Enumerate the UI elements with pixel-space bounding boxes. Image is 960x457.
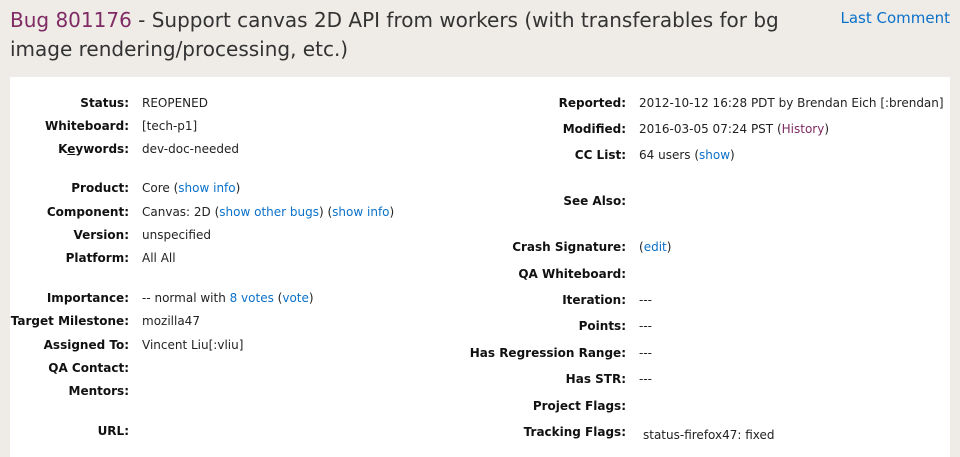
mentors-label: Mentors: (68, 384, 129, 398)
iteration-label: Iteration: (562, 293, 626, 307)
version-label: Version: (73, 228, 129, 242)
component-show-info-link[interactable]: show info (332, 205, 389, 219)
assigned-to-value[interactable]: Vincent Liu[:vliu] (142, 337, 243, 353)
importance-label: Importance: (46, 291, 129, 305)
target-milestone-label: Target Milestone: (10, 314, 129, 328)
votes-link[interactable]: 8 votes (230, 291, 274, 305)
product-value: Core (show info) (142, 181, 241, 195)
platform-value: All All (142, 251, 176, 265)
has-regression-range-label: Has Regression Range: (469, 346, 626, 360)
points-value: --- (639, 319, 652, 333)
bug-details-panel: Status: REOPENED Whiteboard: [tech-p1] K… (10, 77, 950, 457)
platform-label: Platform: (65, 251, 129, 265)
has-regression-range-value: --- (639, 346, 652, 360)
version-value: unspecified (142, 228, 211, 242)
see-also-label: See Also: (563, 194, 626, 208)
whiteboard-label: Whiteboard: (44, 119, 129, 133)
status-value: REOPENED (142, 96, 208, 110)
keywords-label: Keywords: (58, 142, 129, 156)
points-label: Points: (578, 319, 626, 333)
crash-signature-edit-link[interactable]: edit (644, 240, 667, 254)
crash-signature-value: (edit) (639, 240, 672, 254)
whiteboard-value: [tech-p1] (142, 119, 198, 133)
cc-list-label: CC List: (574, 148, 626, 162)
component-value: Canvas: 2D (show other bugs) (show info) (142, 205, 395, 219)
tracking-flags-value: status-firefox47: fixed (643, 428, 775, 442)
assigned-to-label: Assigned To: (43, 338, 129, 352)
bug-id-link[interactable]: Bug 801176 (10, 8, 132, 32)
url-label: URL: (97, 424, 129, 438)
reported-value: 2012-10-12 16:28 PDT by Brendan Eich [:b… (639, 96, 944, 110)
has-str-value: --- (639, 372, 652, 386)
bug-title: Bug 801176 - Support canvas 2D API from … (10, 6, 830, 64)
vote-link[interactable]: vote (282, 291, 309, 305)
last-comment-link[interactable]: Last Comment (840, 9, 950, 27)
show-other-bugs-link[interactable]: show other bugs (219, 205, 319, 219)
crash-signature-label: Crash Signature: (512, 240, 626, 254)
product-label: Product: (71, 181, 129, 195)
component-label: Component: (46, 205, 129, 219)
qa-whiteboard-label: QA Whiteboard: (518, 267, 626, 281)
qa-contact-label: QA Contact: (48, 361, 129, 375)
reported-label: Reported: (558, 96, 626, 110)
modified-value: 2016-03-05 07:24 PST (History) (639, 122, 830, 136)
has-str-label: Has STR: (565, 372, 626, 386)
importance-value: -- normal with 8 votes (vote) (142, 291, 314, 305)
keywords-value: dev-doc-needed (142, 142, 239, 156)
iteration-value: --- (639, 293, 652, 307)
cc-list-value: 64 users (show) (639, 148, 735, 162)
status-label: Status: (80, 96, 129, 110)
tracking-flags-label: Tracking Flags: (523, 425, 626, 439)
product-show-info-link[interactable]: show info (178, 181, 235, 195)
project-flags-label: Project Flags: (532, 399, 626, 413)
history-link[interactable]: History (782, 122, 825, 136)
cc-show-link[interactable]: show (699, 148, 730, 162)
modified-label: Modified: (562, 122, 626, 136)
target-milestone-value: mozilla47 (142, 314, 200, 328)
